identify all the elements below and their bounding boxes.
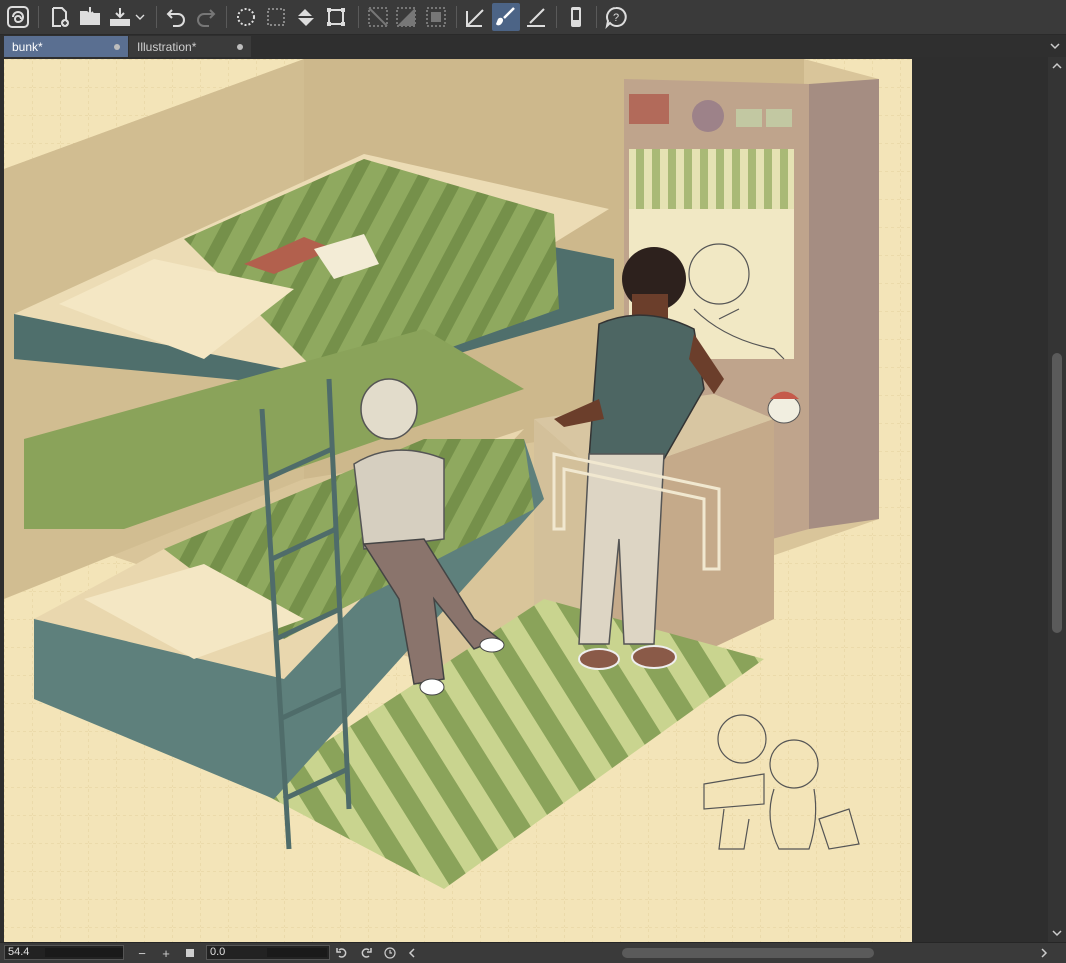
reset-rotation-icon[interactable] xyxy=(382,945,398,961)
select-all-icon[interactable] xyxy=(232,3,260,31)
svg-text:?: ? xyxy=(613,12,619,24)
tab-menu-chevron-icon[interactable] xyxy=(1048,39,1062,53)
round-dial xyxy=(692,100,724,132)
zoom-field[interactable]: 54.4 xyxy=(4,945,124,960)
clear-outside-icon[interactable] xyxy=(364,3,392,31)
brush-tool-icon[interactable] xyxy=(492,3,520,31)
rotation-value: 0.0 xyxy=(210,946,226,958)
help-icon[interactable]: ? xyxy=(602,3,630,31)
tab-illustration[interactable]: Illustration* xyxy=(129,36,251,57)
striped-awning xyxy=(629,149,794,209)
pen-tool-icon[interactable] xyxy=(462,3,490,31)
fit-window-icon[interactable] xyxy=(182,945,198,961)
zoom-in-icon[interactable]: + xyxy=(158,945,174,961)
vertical-scroll-thumb[interactable] xyxy=(1052,353,1062,633)
main-toolbar: ? xyxy=(0,0,1066,35)
fill-icon[interactable] xyxy=(292,3,320,31)
status-bar: 54.4 − + 0.0 xyxy=(0,942,1066,963)
horizontal-scrollbar[interactable] xyxy=(420,945,1046,961)
undo-icon[interactable] xyxy=(162,3,190,31)
transform-icon[interactable] xyxy=(322,3,350,31)
clip-studio-icon[interactable] xyxy=(4,3,32,31)
vertical-scrollbar[interactable] xyxy=(1048,57,1066,942)
tab-bunk[interactable]: bunk* xyxy=(4,36,128,57)
scroll-left-arrow-icon[interactable] xyxy=(404,945,420,961)
scroll-right-arrow-icon[interactable] xyxy=(1036,945,1052,961)
rotation-slider[interactable] xyxy=(267,948,327,957)
rotate-right-icon[interactable] xyxy=(358,945,374,961)
redo-icon[interactable] xyxy=(192,3,220,31)
new-file-icon[interactable] xyxy=(46,3,74,31)
zoom-value: 54.4 xyxy=(8,946,30,958)
canvas-area[interactable] xyxy=(0,57,1048,942)
scroll-down-arrow-icon[interactable] xyxy=(1051,927,1063,939)
horizontal-scroll-thumb[interactable] xyxy=(622,948,874,958)
open-file-icon[interactable] xyxy=(76,3,104,31)
red-panel xyxy=(629,94,669,124)
tab-label: bunk* xyxy=(12,39,43,54)
rotate-left-icon[interactable] xyxy=(334,945,350,961)
smartphone-icon[interactable] xyxy=(562,3,590,31)
tab-label: Illustration* xyxy=(137,39,197,54)
ruler-tool-icon[interactable] xyxy=(522,3,550,31)
show-selection-icon[interactable] xyxy=(422,3,450,31)
zoom-out-icon[interactable]: − xyxy=(134,945,150,961)
cabinet-side xyxy=(809,79,879,529)
clear-selection-icon[interactable] xyxy=(262,3,290,31)
invert-selection-icon[interactable] xyxy=(392,3,420,31)
chevron-down-icon[interactable] xyxy=(132,3,148,31)
rotation-field[interactable]: 0.0 xyxy=(206,945,330,960)
scroll-up-arrow-icon[interactable] xyxy=(1051,60,1063,72)
tab-close-dot-icon[interactable] xyxy=(237,44,243,50)
zoom-slider[interactable] xyxy=(45,948,123,957)
document-tabbar: bunk* Illustration* xyxy=(0,35,1066,57)
tab-close-dot-icon[interactable] xyxy=(114,44,120,50)
save-icon[interactable] xyxy=(106,3,134,31)
illustration-canvas[interactable] xyxy=(4,59,912,942)
